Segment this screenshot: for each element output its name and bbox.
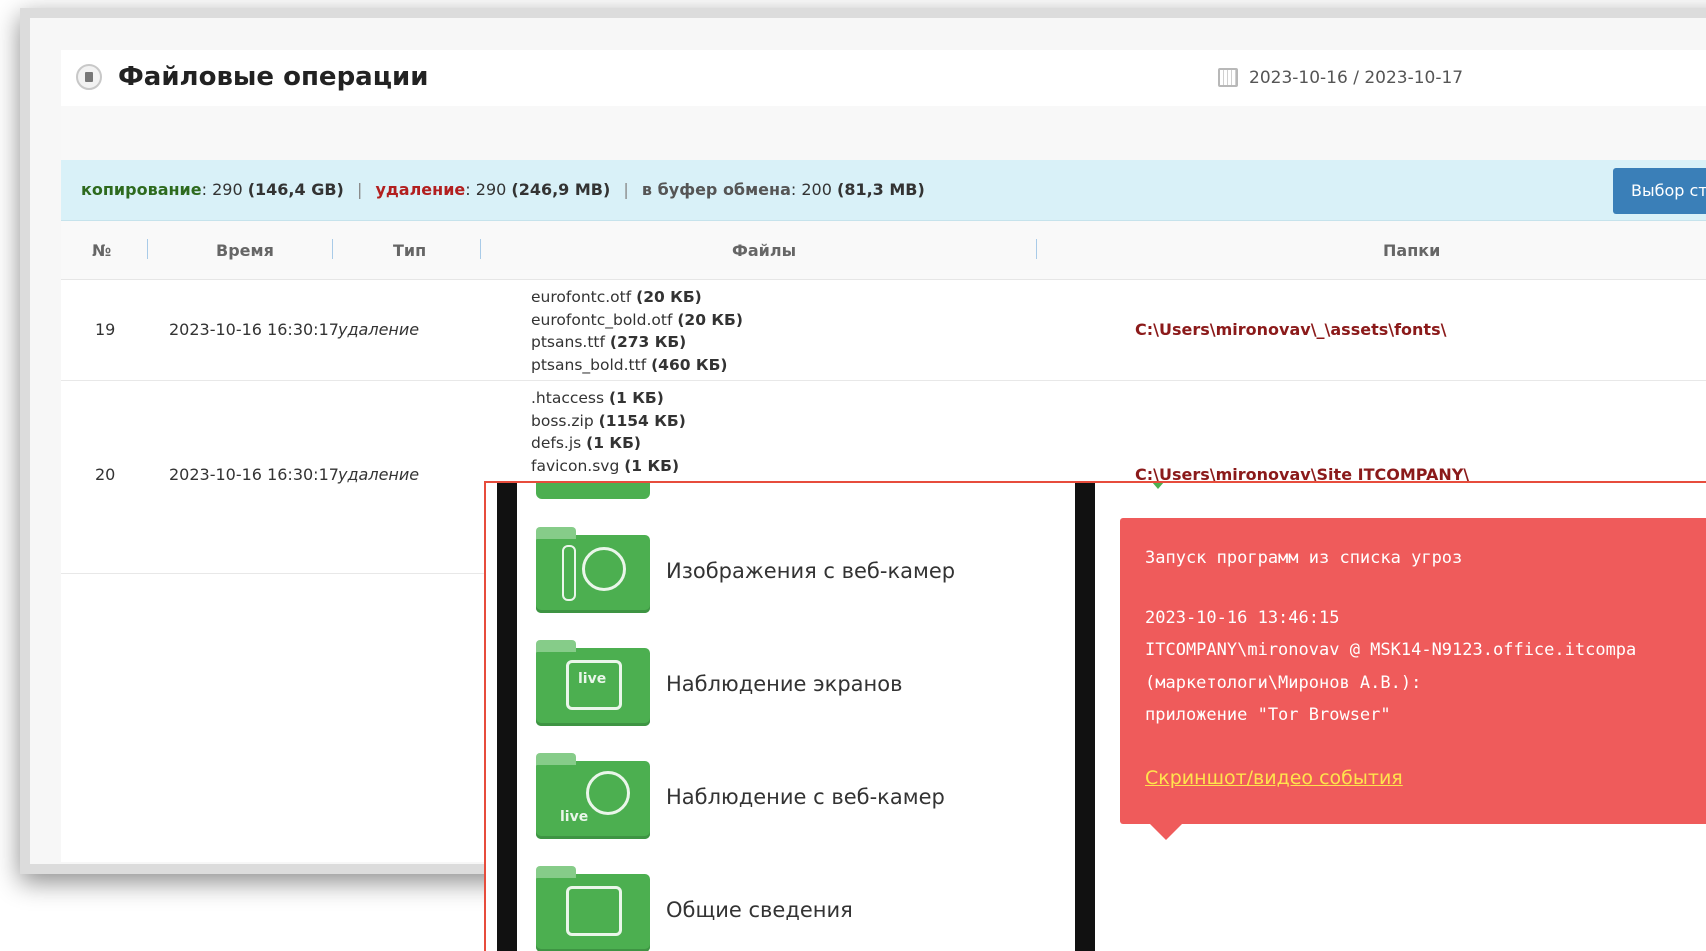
file-size: (1154 КБ) <box>598 411 686 430</box>
overlay-window: Изображения с веб-камер live Наблюдение … <box>484 481 1706 951</box>
header: Файловые операции 2023-10-16 / 2023-10-1… <box>61 50 1706 106</box>
alert-title: Запуск программ из списка угроз <box>1145 548 1463 568</box>
file-list: .htaccess (1 КБ) boss.zip (1154 КБ) defs… <box>531 387 686 477</box>
file-size: (1 КБ) <box>586 434 641 452</box>
document-shape <box>566 886 622 936</box>
alert-group: (маркетологи\Миронов А.В.): <box>1145 673 1422 693</box>
file-name: .htaccess <box>531 389 609 407</box>
menu-item-webcam-watch[interactable]: live Наблюдение с веб-камер <box>536 753 996 851</box>
menu-item-label: Общие сведения <box>666 898 853 922</box>
table-row[interactable]: 19 2023-10-16 16:30:17 удаление eurofont… <box>61 280 1706 381</box>
file-size: (273 КБ) <box>609 333 687 351</box>
icon-tab <box>536 866 576 878</box>
column-number[interactable]: № <box>92 241 111 260</box>
camera-lens <box>582 547 626 591</box>
pin-marker <box>1146 483 1170 489</box>
alert-timestamp: 2023-10-16 13:46:15 <box>1145 608 1340 628</box>
row-time: 2023-10-16 16:30:17 <box>169 320 339 339</box>
file-name: defs.js <box>531 434 587 452</box>
file-size: (460 КБ) <box>651 355 728 374</box>
buffer-size: (81,3 MB) <box>837 180 925 199</box>
row-time: 2023-10-16 16:30:17 <box>169 465 339 484</box>
file-entry: eurofontc_bold.otf (20 КБ) <box>531 309 743 332</box>
file-entry: favicon.svg (1 КБ) <box>531 455 686 478</box>
page-title: Файловые операции <box>118 62 429 92</box>
row-number: 19 <box>95 320 116 339</box>
separator: | <box>356 180 363 199</box>
file-entry: eurofontc.otf (20 КБ) <box>531 286 743 309</box>
buffer-count: : 200 <box>790 180 837 199</box>
copy-size: (146,4 GB) <box>247 180 344 199</box>
folder-path[interactable]: C:\Users\mironovav\_\assets\fonts\ <box>1135 320 1446 339</box>
column-divider <box>1036 239 1037 259</box>
choose-button[interactable]: Выбор ст <box>1613 168 1706 214</box>
menu-item-label: Наблюдение экранов <box>666 672 903 696</box>
table-header: № Время Тип Файлы Папки <box>61 221 1706 280</box>
file-entry: .htaccess (1 КБ) <box>531 387 686 410</box>
file-entry: ptsans.ttf (273 КБ) <box>531 331 743 354</box>
file-size: (20 КБ) <box>636 288 702 306</box>
separator: | <box>623 180 629 199</box>
file-name: eurofontc.otf <box>531 288 637 306</box>
file-size: (1 КБ) <box>608 389 664 407</box>
screenshot-link[interactable]: Скриншот/видео события <box>1145 767 1403 789</box>
live-badge: live <box>560 809 589 825</box>
buffer-label: в буфер обмена <box>641 180 791 199</box>
file-name: favicon.svg <box>531 456 625 475</box>
menu-item-webcam-images[interactable]: Изображения с веб-камер <box>536 527 996 625</box>
delete-size: (246,9 MB) <box>511 180 611 199</box>
copy-label: копирование <box>81 180 202 199</box>
screen-live-icon: live <box>536 640 650 726</box>
toolbar-strip <box>61 106 1706 160</box>
alert-app: приложение "Tor Browser" <box>1145 705 1391 725</box>
file-entry: ptsans_bold.ttf (460 КБ) <box>531 354 743 377</box>
general-info-icon <box>536 866 650 951</box>
column-time[interactable]: Время <box>216 241 274 260</box>
calendar-icon[interactable] <box>1218 68 1238 87</box>
delete-label: удаление <box>375 180 466 199</box>
alert-user: ITCOMPANY\mironovav @ MSK14-N9123.office… <box>1145 640 1637 660</box>
row-type: удаление <box>338 320 420 339</box>
file-size: (1 КБ) <box>624 456 680 475</box>
menu-item-label: Наблюдение с веб-камер <box>666 785 945 809</box>
menu-icon-partial <box>536 483 650 499</box>
row-number: 20 <box>95 465 116 484</box>
column-folders[interactable]: Папки <box>1383 241 1440 260</box>
date-range[interactable]: 2023-10-16 / 2023-10-17 <box>1249 68 1463 88</box>
file-name: ptsans_bold.ttf <box>531 355 652 374</box>
column-divider <box>480 239 481 259</box>
camera-lens <box>586 771 630 815</box>
icon-tab <box>536 753 576 765</box>
column-type[interactable]: Тип <box>393 241 426 260</box>
file-size: (20 КБ) <box>677 310 743 329</box>
icon-tab <box>536 640 576 652</box>
copy-count: : 290 <box>201 180 248 199</box>
column-divider <box>147 239 148 259</box>
divider-bar <box>497 483 517 951</box>
webcam-live-icon: live <box>536 753 650 839</box>
threat-alert: Запуск программ из списка угроз 2023-10-… <box>1120 518 1706 840</box>
menu-item-label: Изображения с веб-камер <box>666 559 956 583</box>
divider-bar <box>1075 483 1095 951</box>
file-name: eurofontc_bold.otf <box>531 310 678 329</box>
live-badge: live <box>578 671 607 687</box>
column-files[interactable]: Файлы <box>732 241 796 260</box>
file-name: boss.zip <box>531 411 599 430</box>
delete-count: : 290 <box>465 180 512 199</box>
file-name: ptsans.ttf <box>531 333 610 351</box>
photo-strip <box>562 545 576 601</box>
summary-text: копирование: 290 (146,4 GB) | удаление: … <box>81 180 925 199</box>
disk-icon <box>76 64 102 90</box>
file-list: eurofontc.otf (20 КБ) eurofontc_bold.otf… <box>531 286 743 376</box>
icon-tab <box>536 527 576 539</box>
file-entry: defs.js (1 КБ) <box>531 432 686 455</box>
column-divider <box>332 239 333 259</box>
file-entry: boss.zip (1154 КБ) <box>531 410 686 433</box>
summary-bar: копирование: 290 (146,4 GB) | удаление: … <box>61 160 1706 221</box>
webcam-images-icon <box>536 527 650 613</box>
row-type: удаление <box>338 465 420 484</box>
menu-item-general-info[interactable]: Общие сведения <box>536 866 996 951</box>
menu-item-screen-watch[interactable]: live Наблюдение экранов <box>536 640 996 738</box>
